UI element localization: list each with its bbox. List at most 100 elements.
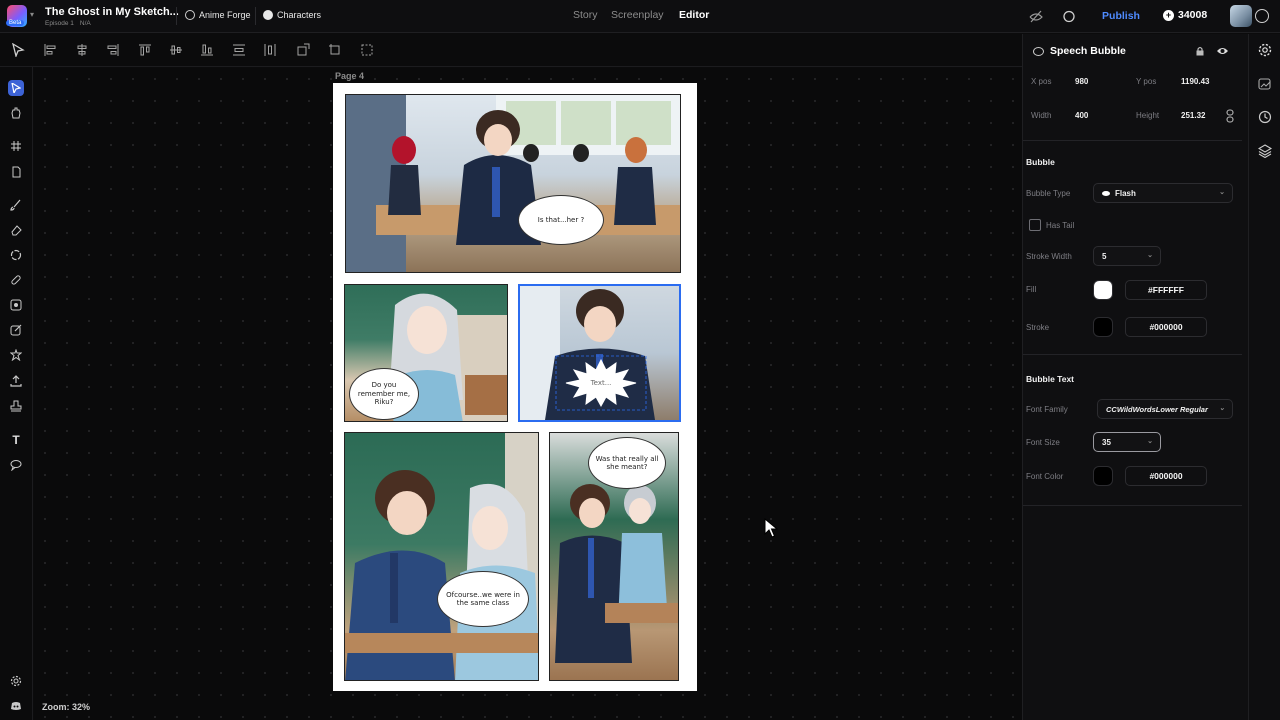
bubble-text-section-title: Bubble Text bbox=[1026, 374, 1075, 384]
fill-color-swatch[interactable] bbox=[1093, 280, 1113, 300]
flash-bubble-text: Text... bbox=[590, 379, 612, 387]
font-size-select[interactable]: 35 ⌄ bbox=[1093, 432, 1161, 452]
align-left-icon[interactable] bbox=[43, 43, 57, 57]
stamp-tool[interactable] bbox=[8, 398, 24, 414]
distribute-vertical-icon[interactable] bbox=[232, 43, 246, 57]
font-size-value: 35 bbox=[1102, 437, 1111, 447]
heal-tool[interactable] bbox=[8, 272, 24, 288]
frame-tool[interactable] bbox=[8, 138, 24, 154]
speech-bubble[interactable]: Is that...her ? bbox=[518, 195, 604, 245]
tab-editor[interactable]: Editor bbox=[679, 9, 709, 21]
width-input[interactable]: 400 bbox=[1075, 111, 1088, 120]
divider bbox=[1023, 140, 1242, 141]
height-input[interactable]: 251.32 bbox=[1181, 111, 1205, 120]
text-tool[interactable]: T bbox=[8, 432, 24, 448]
credits-balance[interactable]: + 34008 bbox=[1163, 9, 1207, 21]
lock-icon[interactable] bbox=[1195, 46, 1205, 56]
discord-link[interactable] bbox=[8, 698, 24, 714]
bring-forward-icon[interactable] bbox=[296, 43, 310, 57]
comic-panel-selected[interactable]: Text... bbox=[518, 284, 681, 422]
align-top-icon[interactable] bbox=[138, 43, 152, 57]
font-color-swatch[interactable] bbox=[1093, 466, 1113, 486]
episode-label: Episode 1 bbox=[45, 20, 74, 27]
xpos-label: X pos bbox=[1031, 77, 1052, 86]
speech-bubble[interactable]: Ofcourse..we were in the same class bbox=[437, 571, 529, 627]
stroke-width-select[interactable]: 5 ⌄ bbox=[1093, 246, 1161, 266]
layers-icon[interactable] bbox=[1258, 144, 1272, 158]
user-icon[interactable] bbox=[1255, 9, 1269, 23]
speech-bubble[interactable]: Do you remember me, Riku? bbox=[349, 368, 419, 420]
bubble-section-title: Bubble bbox=[1026, 157, 1055, 167]
ypos-label: Y pos bbox=[1136, 77, 1157, 86]
top-bar: Beta ▾ The Ghost in My Sketch... Episode… bbox=[0, 0, 1280, 33]
link-ratio-icon[interactable] bbox=[1225, 109, 1235, 123]
font-family-select[interactable]: CCWildWordsLower Regular ⌄ bbox=[1097, 399, 1233, 419]
bubble-type-select[interactable]: Flash ⌄ bbox=[1093, 183, 1233, 203]
characters-link[interactable]: Characters bbox=[263, 10, 321, 20]
edit-image-tool[interactable] bbox=[8, 322, 24, 338]
chevron-down-icon: ⌄ bbox=[1147, 438, 1153, 445]
has-tail-checkbox[interactable] bbox=[1029, 219, 1041, 231]
eye-icon[interactable] bbox=[1216, 46, 1229, 56]
anime-forge-link[interactable]: Anime Forge bbox=[185, 10, 251, 20]
avatar[interactable] bbox=[1230, 5, 1252, 27]
chevron-down-icon: ⌄ bbox=[1219, 405, 1225, 412]
group-select-icon[interactable] bbox=[360, 43, 374, 57]
settings-tool[interactable] bbox=[8, 673, 24, 689]
stroke-hex-input[interactable]: #000000 bbox=[1125, 317, 1207, 337]
font-color-hex-input[interactable]: #000000 bbox=[1125, 466, 1207, 486]
divider bbox=[255, 7, 256, 25]
comic-panel[interactable]: Do you remember me, Riku? bbox=[344, 284, 508, 422]
comic-panel[interactable]: Was that really all she meant? bbox=[549, 432, 679, 681]
effects-tool[interactable] bbox=[8, 347, 24, 363]
panel-artwork bbox=[346, 95, 680, 272]
gear-icon bbox=[10, 675, 22, 687]
gear-icon[interactable] bbox=[1258, 43, 1272, 57]
chat-icon[interactable] bbox=[1062, 10, 1076, 23]
comic-page[interactable]: Is that...her ? Do you remember me, Riku… bbox=[333, 83, 697, 691]
tool-sidebar: T bbox=[0, 67, 33, 720]
hide-icon[interactable] bbox=[1029, 10, 1043, 23]
comic-panel[interactable]: Ofcourse..we were in the same class bbox=[344, 432, 539, 681]
project-title[interactable]: The Ghost in My Sketch... bbox=[45, 6, 179, 18]
align-right-icon[interactable] bbox=[106, 43, 120, 57]
divider bbox=[1023, 354, 1242, 355]
flash-shape-icon bbox=[1102, 190, 1110, 196]
tab-screenplay[interactable]: Screenplay bbox=[611, 9, 664, 21]
select-tool[interactable] bbox=[8, 80, 24, 96]
xpos-input[interactable]: 980 bbox=[1075, 77, 1088, 86]
upload-tool[interactable] bbox=[8, 373, 24, 389]
face-icon bbox=[263, 10, 273, 20]
hand-tool[interactable] bbox=[8, 105, 24, 121]
magic-edit-icon bbox=[10, 299, 22, 311]
speech-bubble[interactable]: Was that really all she meant? bbox=[588, 437, 666, 489]
credit-coin-icon: + bbox=[1163, 9, 1174, 21]
zoom-level[interactable]: Zoom: 32% bbox=[42, 702, 90, 712]
crop-frame-icon[interactable] bbox=[328, 43, 342, 57]
fill-hex-input[interactable]: #FFFFFF bbox=[1125, 280, 1207, 300]
history-icon[interactable] bbox=[1258, 110, 1272, 124]
ai-edit-tool[interactable] bbox=[8, 297, 24, 313]
distribute-horizontal-icon[interactable] bbox=[263, 43, 277, 57]
chevron-down-icon: ⌄ bbox=[1219, 189, 1225, 196]
speech-bubble-tool[interactable] bbox=[8, 457, 24, 473]
brush-tool[interactable] bbox=[8, 197, 24, 213]
chevron-down-icon[interactable]: ▾ bbox=[30, 10, 34, 19]
align-middle-icon[interactable] bbox=[169, 43, 183, 57]
align-center-h-icon[interactable] bbox=[75, 43, 89, 57]
ypos-input[interactable]: 1190.43 bbox=[1181, 77, 1209, 86]
lasso-tool[interactable] bbox=[8, 247, 24, 263]
comic-panel[interactable]: Is that...her ? bbox=[345, 94, 681, 273]
pointer-icon[interactable] bbox=[11, 43, 25, 57]
starburst-icon bbox=[10, 349, 22, 361]
stroke-color-swatch[interactable] bbox=[1093, 317, 1113, 337]
eraser-tool[interactable] bbox=[8, 222, 24, 238]
page-tool[interactable] bbox=[8, 164, 24, 180]
flash-bubble[interactable]: Text... bbox=[564, 358, 638, 408]
align-bottom-icon[interactable] bbox=[200, 43, 214, 57]
image-edit-icon[interactable] bbox=[1258, 77, 1272, 91]
text-t-icon: T bbox=[12, 433, 20, 447]
inspector-title: Speech Bubble bbox=[1050, 45, 1126, 57]
tab-story[interactable]: Story bbox=[573, 9, 598, 21]
publish-button[interactable]: Publish bbox=[1094, 6, 1148, 26]
